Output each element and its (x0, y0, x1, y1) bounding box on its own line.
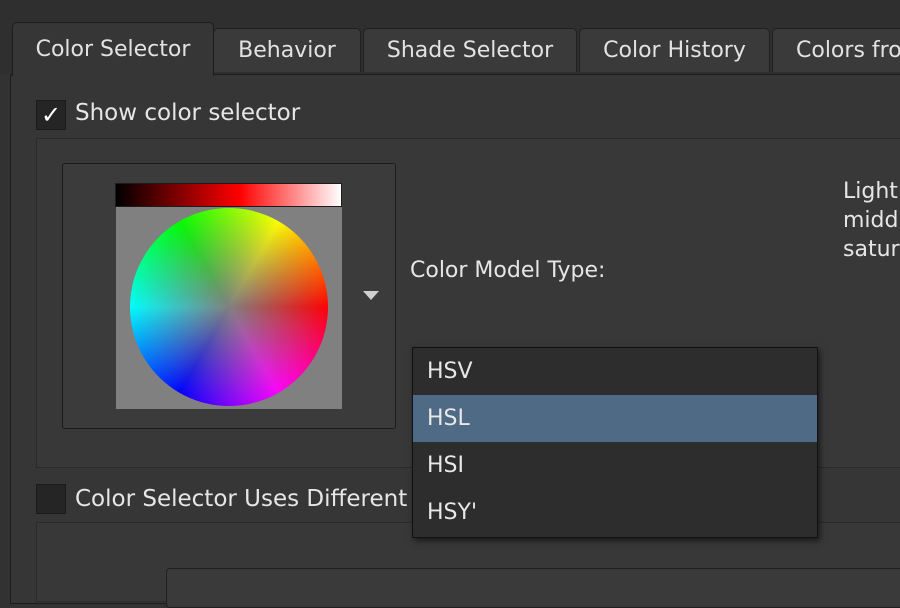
option-hsl[interactable]: HSL (413, 395, 817, 442)
option-hsy[interactable]: HSY' (413, 489, 817, 536)
lightness-slider-preview (115, 183, 342, 207)
tab-shade-selector[interactable]: Shade Selector (363, 28, 577, 72)
triangle-down-icon[interactable] (363, 291, 379, 300)
show-color-selector-label: Show color selector (75, 100, 301, 126)
description-line-2: middl (843, 208, 900, 233)
secondary-inner-frame (166, 568, 900, 608)
color-model-type-label: Color Model Type: (410, 258, 606, 283)
show-color-selector-checkbox[interactable]: ✓ (36, 100, 66, 130)
uses-different-label: Color Selector Uses Different (75, 486, 408, 512)
option-hsv[interactable]: HSV (413, 348, 817, 395)
tab-bar: Color Selector Behavior Shade Selector C… (0, 0, 900, 76)
description-line-3: satur (843, 237, 900, 262)
color-model-dropdown-list: HSV HSL HSI HSY' (412, 347, 818, 538)
tab-color-history[interactable]: Color History (579, 28, 770, 72)
color-wheel-preview (130, 208, 328, 406)
option-hsi[interactable]: HSI (413, 442, 817, 489)
uses-different-checkbox[interactable] (36, 484, 66, 514)
tab-colors-from[interactable]: Colors fro (772, 28, 900, 72)
tab-color-selector[interactable]: Color Selector (12, 22, 214, 76)
checkmark-icon: ✓ (40, 101, 62, 129)
tab-behavior[interactable]: Behavior (213, 28, 361, 72)
description-line-1: Light (843, 179, 898, 204)
